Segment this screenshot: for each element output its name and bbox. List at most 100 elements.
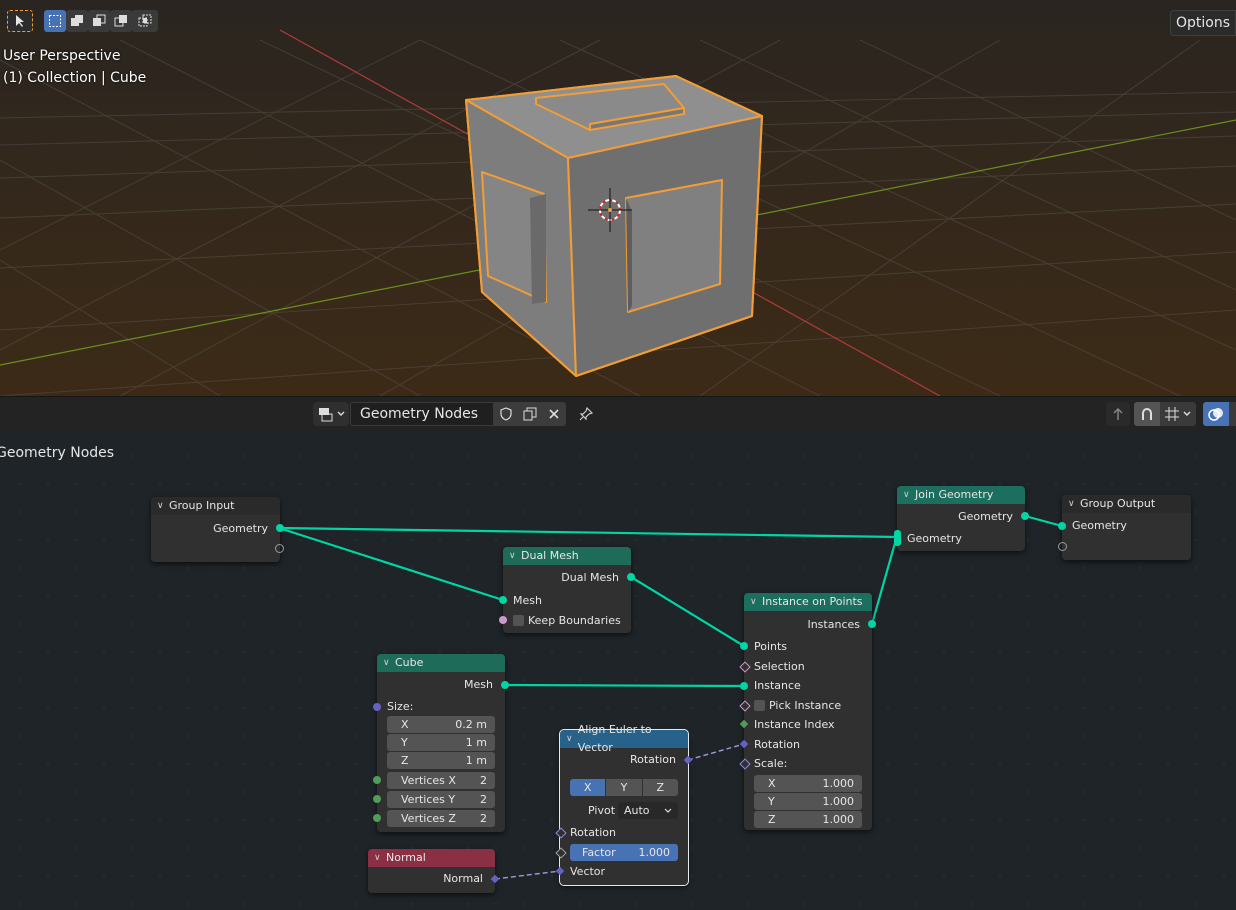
editor-type-dropdown[interactable]: [313, 402, 349, 426]
pivot-dropdown[interactable]: Auto: [618, 802, 678, 819]
instance-on-points-header[interactable]: ∨ Instance on Points: [744, 593, 872, 611]
collapse-chevron-icon[interactable]: ∨: [903, 486, 915, 504]
instances-output-socket[interactable]: [868, 620, 876, 628]
vertices-x-input-socket[interactable]: [373, 776, 381, 784]
chevron-down-icon: [664, 808, 672, 813]
group-output-header[interactable]: ∨ Group Output: [1062, 495, 1191, 513]
align-euler-header[interactable]: ∨ Align Euler to Vector: [560, 723, 688, 754]
collapse-chevron-icon[interactable]: ∨: [157, 497, 169, 515]
select-mode-subtract-button[interactable]: [88, 10, 110, 32]
points-input-socket[interactable]: [740, 642, 748, 650]
pin-button[interactable]: [574, 402, 598, 426]
vertices-y-input-socket[interactable]: [373, 795, 381, 803]
align-euler-to-vector-node[interactable]: ∨ Align Euler to Vector Rotation X Y Z Pi…: [555, 723, 693, 886]
mesh-input-socket[interactable]: [499, 596, 507, 604]
field-value: 1 m: [465, 736, 487, 749]
mesh-output-socket[interactable]: [501, 681, 509, 689]
options-button[interactable]: Options: [1170, 10, 1236, 36]
checkbox-icon[interactable]: [754, 700, 765, 711]
axis-y-button[interactable]: Y: [606, 779, 642, 796]
geometry-multi-input-socket[interactable]: [894, 530, 901, 546]
vertices-x-field[interactable]: Vertices X 2: [387, 772, 495, 789]
factor-field[interactable]: Factor 1.000: [570, 844, 678, 861]
active-tool-outline: [7, 10, 33, 32]
duplicate-icon: [523, 407, 537, 421]
select-mode-invert-button[interactable]: [110, 10, 132, 32]
cube-node[interactable]: ∨ Cube Mesh Size: X 0.2 m Y 1 m Z 1 m Vertic…: [373, 654, 509, 832]
snap-toggle-button[interactable]: [1134, 402, 1160, 426]
viewport-perspective-label: User Perspective: [3, 48, 121, 64]
scale-x-field[interactable]: X 1.000: [754, 775, 862, 792]
field-value: 1.000: [822, 813, 855, 826]
geometry-output-socket[interactable]: [276, 524, 284, 532]
dual-mesh-node[interactable]: ∨ Dual Mesh Dual Mesh Mesh Keep Boundarie…: [499, 547, 635, 633]
empty-output-socket[interactable]: [275, 544, 284, 553]
vertices-z-input-socket[interactable]: [373, 814, 381, 822]
checkbox-icon[interactable]: [513, 615, 524, 626]
axis-z-button[interactable]: Z: [642, 779, 678, 796]
field-label: Vertices Y: [401, 793, 456, 806]
viewport-grid: [0, 29, 1236, 396]
collapse-chevron-icon[interactable]: ∨: [1068, 495, 1080, 513]
socket-label: Geometry: [958, 510, 1013, 523]
axis-x-button[interactable]: X: [570, 779, 606, 796]
snap-target-dropdown[interactable]: [1160, 402, 1196, 426]
select-mode-intersect-button[interactable]: [132, 10, 158, 32]
size-x-field[interactable]: X 0.2 m: [387, 716, 495, 733]
size-z-field[interactable]: Z 1 m: [387, 752, 495, 769]
scale-y-field[interactable]: Y 1.000: [754, 793, 862, 810]
node-editor-canvas[interactable]: Geometry Nodes ∨ Group Input Geometry ∨ Du…: [0, 430, 1236, 910]
keep-boundaries-checkbox[interactable]: Keep Boundaries: [513, 614, 621, 627]
overlays-dropdown[interactable]: [1229, 402, 1236, 426]
fake-user-button[interactable]: [494, 402, 518, 426]
select-intersect-icon: [138, 14, 152, 27]
group-input-header[interactable]: ∨ Group Input: [151, 497, 280, 515]
collapse-chevron-icon[interactable]: ∨: [383, 654, 395, 672]
socket-label: Dual Mesh: [561, 571, 619, 584]
join-geometry-node[interactable]: ∨ Join Geometry Geometry Geometry: [894, 486, 1029, 551]
select-mode-new-button[interactable]: [44, 10, 66, 32]
size-y-field[interactable]: Y 1 m: [387, 734, 495, 751]
collapse-chevron-icon[interactable]: ∨: [509, 547, 521, 565]
3d-viewport[interactable]: Options User Perspective (1) Collection …: [0, 0, 1236, 396]
duplicate-button[interactable]: [518, 402, 542, 426]
pick-instance-checkbox[interactable]: Pick Instance: [754, 699, 841, 712]
collapse-chevron-icon[interactable]: ∨: [750, 593, 762, 611]
select-subtract-icon: [93, 14, 106, 26]
dual-mesh-output-socket[interactable]: [627, 573, 635, 581]
checkbox-label: Pick Instance: [769, 699, 842, 712]
keep-boundaries-input-socket[interactable]: [499, 616, 507, 624]
normal-node[interactable]: ∨ Normal Normal: [368, 849, 500, 893]
socket-label: Geometry: [213, 522, 268, 535]
size-input-socket[interactable]: [373, 703, 381, 711]
empty-input-socket[interactable]: [1058, 542, 1067, 551]
collapse-chevron-icon[interactable]: ∨: [374, 849, 386, 867]
cube-header[interactable]: ∨ Cube: [377, 654, 505, 672]
socket-label: Size:: [387, 700, 414, 713]
join-geometry-header[interactable]: ∨ Join Geometry: [897, 486, 1025, 504]
collapse-chevron-icon[interactable]: ∨: [566, 730, 578, 748]
pin-icon: [579, 406, 594, 421]
normal-header[interactable]: ∨ Normal: [368, 849, 495, 867]
scale-z-field[interactable]: Z 1.000: [754, 811, 862, 828]
dual-mesh-header[interactable]: ∨ Dual Mesh: [503, 547, 631, 565]
link-euler-to-rotation: [687, 743, 745, 761]
node-group-name-field[interactable]: Geometry Nodes: [350, 402, 494, 426]
overlays-button[interactable]: [1203, 402, 1229, 426]
instance-on-points-node[interactable]: ∨ Instance on Points Instances Points Sel…: [739, 593, 876, 830]
instance-input-socket[interactable]: [740, 682, 748, 690]
vertices-y-field[interactable]: Vertices Y 2: [387, 791, 495, 808]
geometry-output-socket[interactable]: [1021, 512, 1029, 520]
fake-user-shield-icon: [500, 407, 512, 421]
select-mode-extend-button[interactable]: [66, 10, 88, 32]
socket-label: Rotation: [570, 826, 617, 839]
unlink-button[interactable]: [542, 402, 566, 426]
geometry-input-socket[interactable]: [1058, 522, 1066, 530]
checkbox-label: Keep Boundaries: [528, 614, 621, 627]
vertices-z-field[interactable]: Vertices Z 2: [387, 810, 495, 827]
link-input-to-dualmesh: [278, 526, 504, 602]
field-label: Vertices Z: [401, 812, 456, 825]
parent-node-tree-button[interactable]: [1106, 402, 1130, 426]
group-output-node[interactable]: ∨ Group Output Geometry: [1058, 495, 1191, 560]
group-input-node[interactable]: ∨ Group Input Geometry: [151, 497, 284, 562]
